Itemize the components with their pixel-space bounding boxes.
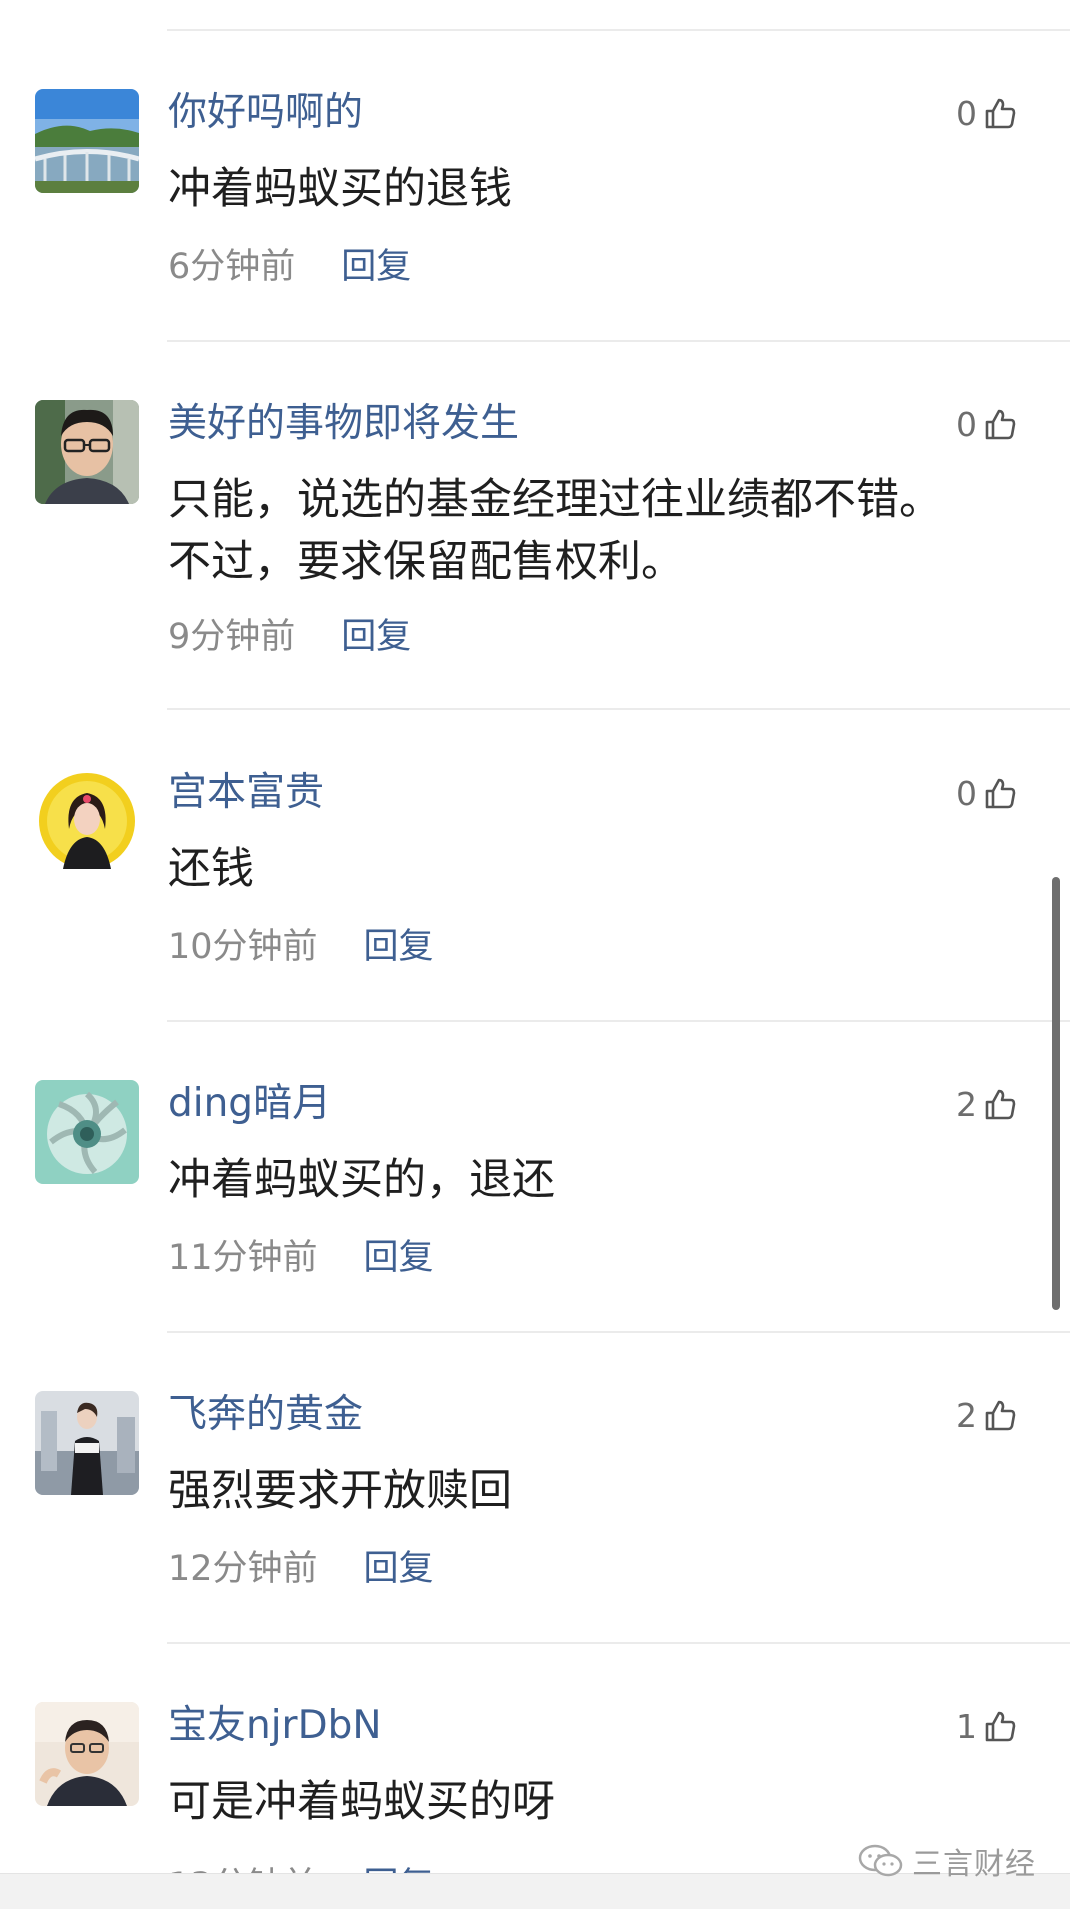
scrollbar[interactable] [1052,877,1060,1310]
comment-meta: 9分钟前 回复 [168,609,411,657]
like-count: 0 [956,404,977,444]
like-button[interactable]: 2 [956,1391,1017,1439]
like-count: 1 [956,1706,977,1746]
thumbs-up-icon [985,98,1016,129]
comment-meta: 11分钟前 回复 [168,1230,434,1278]
avatar[interactable] [35,1391,139,1495]
wechat-icon [858,1844,903,1877]
username[interactable]: 宫本富贵 [168,769,324,817]
divider [167,708,1070,710]
avatar[interactable] [35,400,139,504]
comment-text: 冲着蚂蚁买的，退还 [168,1155,555,1205]
comment-text: 还钱 [168,844,254,894]
like-button[interactable]: 0 [956,400,1017,448]
username[interactable]: ding暗月 [168,1080,331,1128]
like-button[interactable]: 0 [956,89,1017,137]
reply-button[interactable]: 回复 [364,1229,434,1280]
like-count: 2 [956,1395,977,1435]
watermark: 三言财经 [858,1838,1036,1884]
like-count: 0 [956,773,977,813]
reply-button[interactable]: 回复 [364,1540,434,1591]
comment-text: 冲着蚂蚁买的退钱 [168,164,512,214]
comment-text: 可是冲着蚂蚁买的呀 [168,1777,555,1827]
comment-meta: 6分钟前 回复 [168,239,411,287]
avatar[interactable] [35,89,139,193]
username[interactable]: 飞奔的黄金 [168,1391,363,1439]
divider [167,1642,1070,1644]
divider [167,340,1070,342]
divider [167,29,1070,31]
reply-button[interactable]: 回复 [364,918,434,969]
like-button[interactable]: 0 [956,769,1017,817]
comment-meta: 10分钟前 回复 [168,919,434,967]
reply-button[interactable]: 回复 [341,238,411,289]
comment-time: 11分钟前 [168,1237,318,1278]
thumbs-up-icon [985,1711,1016,1742]
avatar[interactable] [35,1702,139,1806]
divider [167,1331,1070,1333]
reply-button[interactable]: 回复 [341,608,411,659]
like-button[interactable]: 2 [956,1080,1017,1128]
comment-text-line: 只能，说选的基金经理过往业绩都不错。 [168,475,942,525]
watermark-text: 三言财经 [912,1847,1036,1882]
avatar[interactable] [35,769,139,873]
divider [167,1020,1070,1022]
username[interactable]: 你好吗啊的 [168,89,363,137]
comment-text: 强烈要求开放赎回 [168,1466,512,1516]
username[interactable]: 宝友njrDbN [168,1702,382,1750]
thumbs-up-icon [985,1089,1016,1120]
thumbs-up-icon [985,778,1016,809]
thumbs-up-icon [985,1400,1016,1431]
comment-meta: 12分钟前 回复 [168,1541,434,1589]
avatar[interactable] [35,1080,139,1184]
like-button[interactable]: 1 [956,1702,1017,1750]
thumbs-up-icon [985,409,1016,440]
comment-time: 12分钟前 [168,1548,318,1589]
like-count: 0 [956,93,977,133]
comment-time: 9分钟前 [168,616,296,657]
username[interactable]: 美好的事物即将发生 [168,400,519,448]
comment-time: 6分钟前 [168,246,296,287]
comment-time: 10分钟前 [168,926,318,967]
comment-text-line: 不过，要求保留配售权利。 [168,537,684,587]
like-count: 2 [956,1084,977,1124]
